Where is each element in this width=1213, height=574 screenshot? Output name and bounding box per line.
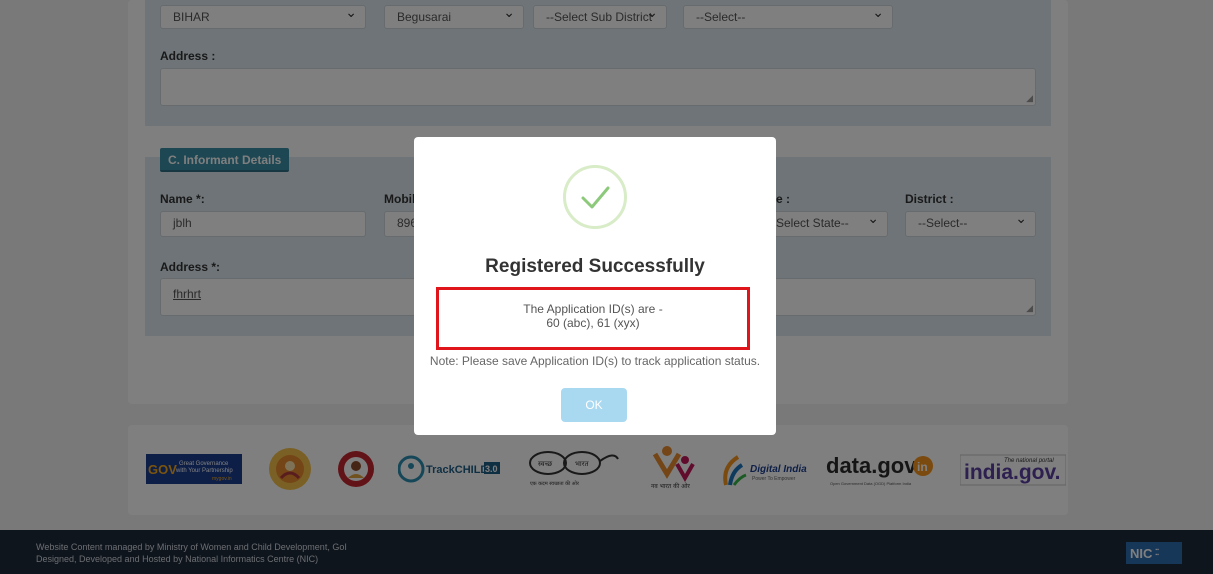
- application-ids-value: 60 (abc), 61 (xyx): [546, 316, 640, 330]
- application-ids-box: The Application ID(s) are - 60 (abc), 61…: [436, 287, 750, 350]
- success-dialog: Registered Successfully The Application …: [414, 137, 776, 435]
- dialog-note: Note: Please save Application ID(s) to t…: [429, 354, 761, 368]
- application-ids-label: The Application ID(s) are -: [523, 302, 663, 316]
- dialog-title: Registered Successfully: [485, 256, 705, 277]
- success-check-icon: [563, 165, 627, 229]
- check-icon: [581, 186, 610, 209]
- ok-button[interactable]: OK: [561, 388, 627, 422]
